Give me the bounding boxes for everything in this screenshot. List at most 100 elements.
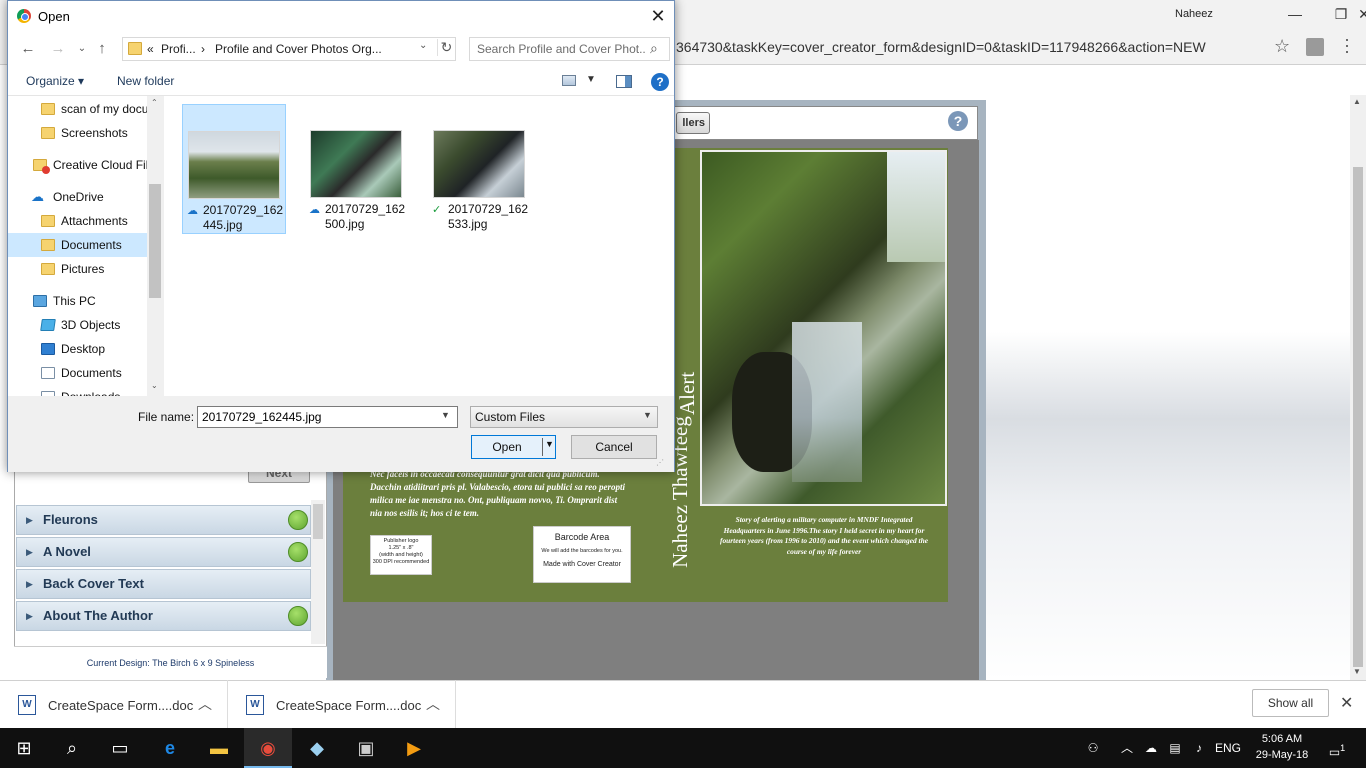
file-item[interactable]: ☁ 20170729_162445.jpg [182, 104, 286, 234]
front-cover-photo[interactable] [700, 150, 947, 506]
sidebar-item-fleurons[interactable]: ▶ Fleurons [16, 505, 311, 535]
address-bar-text[interactable]: 364730&taskKey=cover_creator_form&design… [676, 39, 1206, 55]
scroll-down-icon[interactable]: ⌄ [151, 381, 158, 390]
close-download-bar-icon[interactable]: ✕ [1340, 693, 1353, 713]
forward-arrow-icon[interactable]: → [48, 39, 68, 59]
browser-menu-icon[interactable]: · · · [1342, 30, 1352, 60]
navigation-pane: scan of my docu Screenshots Creative Clo… [8, 96, 163, 396]
edge-browser-icon[interactable]: e [146, 728, 194, 768]
breadcrumb-separator[interactable]: › [201, 42, 205, 56]
open-options-dropdown-icon[interactable]: ▼ [545, 439, 554, 449]
breadcrumb-overflow[interactable]: « [147, 42, 154, 56]
change-view-icon[interactable] [562, 75, 576, 86]
nav-item-attachments[interactable]: Attachments [8, 209, 148, 233]
volume-icon[interactable]: ♪ [1188, 728, 1210, 768]
window-close-button[interactable]: ✕ [1341, 2, 1366, 28]
nav-item-creative-cloud[interactable]: Creative Cloud Fil [8, 153, 148, 177]
sidebar-scrollbar-thumb[interactable] [313, 504, 323, 539]
chevron-up-icon[interactable]: ︿ [426, 694, 440, 714]
sidebar-item-about-the-author[interactable]: ▶ About The Author [16, 601, 311, 631]
publisher-logo-placeholder[interactable]: Publisher logo 1.25" x .8" (width and he… [370, 535, 432, 575]
nav-item-label: Pictures [61, 262, 105, 276]
nav-item-documents[interactable]: Documents [8, 233, 148, 257]
system-clock[interactable]: 5:06 AM 29-May-18 [1250, 731, 1314, 763]
file-explorer-icon[interactable]: ▬ [195, 728, 243, 768]
scroll-up-icon[interactable]: ▲ [1353, 97, 1361, 106]
new-folder-button[interactable]: New folder [117, 74, 174, 88]
breadcrumb-item[interactable]: Profi... [161, 42, 196, 56]
nav-item-this-pc[interactable]: This PC [8, 289, 148, 313]
dialog-close-button[interactable]: ✕ [644, 5, 672, 29]
search-icon[interactable]: ⌕ [48, 728, 96, 768]
nav-item-label: Documents [61, 238, 122, 252]
chevron-down-icon[interactable]: ⌄ [419, 40, 427, 51]
sidebar-item-back-cover-text[interactable]: ▶ Back Cover Text [16, 569, 311, 599]
download-item[interactable]: W CreateSpace Form....doc ︿ [0, 680, 228, 728]
command-prompt-icon[interactable]: ▣ [342, 728, 390, 768]
chevron-up-icon[interactable]: ︿ [198, 694, 212, 714]
extension-icon[interactable] [1306, 38, 1324, 56]
dialog-titlebar[interactable] [8, 1, 674, 32]
profile-name[interactable]: Naheez [1175, 8, 1213, 20]
file-type-select[interactable]: Custom Files [470, 406, 658, 428]
chrome-browser-icon[interactable]: ◉ [244, 728, 292, 768]
tray-chevron-icon[interactable]: ︿ [1118, 728, 1136, 768]
nav-item-documents-library[interactable]: Documents [8, 361, 148, 385]
nav-item-3d-objects[interactable]: 3D Objects [8, 313, 148, 337]
cover-help-icon[interactable]: ? [948, 111, 968, 131]
fillers-button[interactable]: llers [676, 112, 710, 134]
download-item[interactable]: W CreateSpace Form....doc ︿ [228, 680, 456, 728]
language-indicator[interactable]: ENG [1212, 728, 1244, 768]
store-app-icon[interactable]: ◆ [293, 728, 341, 768]
onedrive-tray-icon[interactable]: ☁ [1140, 728, 1162, 768]
bookmark-star-icon[interactable]: ☆ [1274, 36, 1290, 57]
cancel-button[interactable]: Cancel [571, 435, 657, 459]
address-bar[interactable]: « Profi... › Profile and Cover Photos Or… [122, 37, 456, 61]
back-cover-text[interactable]: Nec faceis in occaecati consequuntur gra… [370, 468, 630, 520]
file-item[interactable]: ☁ 20170729_162500.jpg [305, 104, 409, 234]
chevron-down-icon[interactable]: ▼ [643, 410, 652, 420]
recent-locations-icon[interactable]: ⌄ [72, 39, 92, 59]
chevron-down-icon[interactable]: ▼ [441, 410, 450, 420]
organize-menu[interactable]: Organize ▾ [26, 74, 84, 88]
sidebar-item-a-novel[interactable]: ▶ A Novel [16, 537, 311, 567]
refresh-icon[interactable]: ↻ [437, 39, 455, 56]
show-all-button[interactable]: Show all [1252, 689, 1329, 717]
media-player-icon[interactable]: ▶ [390, 728, 438, 768]
navigation-scrollbar[interactable]: ⌃ ⌄ [147, 96, 163, 396]
page-scrollbar[interactable]: ▲ ▼ [1350, 95, 1366, 680]
nav-item-screenshots[interactable]: Screenshots [8, 121, 148, 145]
page-scrollbar-thumb[interactable] [1353, 167, 1363, 667]
windows-start-icon[interactable]: ⊞ [0, 728, 48, 768]
nav-item-scan-of-my-docu[interactable]: scan of my docu [8, 97, 148, 121]
resize-grip-icon[interactable]: ⋰ [656, 458, 664, 467]
nav-item-label: This PC [53, 294, 96, 308]
file-name-input[interactable]: 20170729_162445.jpg [197, 406, 458, 428]
scroll-down-icon[interactable]: ▼ [1353, 667, 1361, 676]
nav-item-downloads[interactable]: Downloads [8, 385, 148, 396]
sidebar-scrollbar[interactable] [311, 500, 325, 644]
open-button-label: Open [492, 440, 522, 454]
back-arrow-icon[interactable]: ← [18, 39, 38, 59]
file-item[interactable]: ✓ 20170729_162533.jpg [428, 104, 532, 234]
nav-item-desktop[interactable]: Desktop [8, 337, 148, 361]
breadcrumb-item[interactable]: Profile and Cover Photos Org... [215, 42, 382, 56]
front-cover-blurb[interactable]: Story of alerting a military computer in… [718, 515, 930, 557]
people-icon[interactable]: ⚇ [1082, 728, 1104, 768]
search-icon[interactable]: ⌕ [650, 40, 658, 57]
open-button[interactable]: Open ▼ [471, 435, 556, 459]
task-view-icon[interactable]: ▭ [96, 728, 144, 768]
view-options-dropdown-icon[interactable]: ▼ [586, 74, 596, 85]
action-center-icon[interactable]: ▭1 [1322, 728, 1352, 768]
navigation-scrollbar-thumb[interactable] [149, 184, 161, 298]
nav-item-onedrive[interactable]: ☁ OneDrive [8, 185, 148, 209]
help-icon[interactable]: ? [651, 73, 669, 91]
preview-pane-icon[interactable] [616, 75, 632, 88]
nav-item-pictures[interactable]: Pictures [8, 257, 148, 281]
search-input[interactable]: Search Profile and Cover Phot... ⌕ [469, 37, 670, 61]
scroll-up-icon[interactable]: ⌃ [151, 98, 158, 107]
network-icon[interactable]: ▤ [1164, 728, 1186, 768]
complete-status-icon [288, 510, 308, 530]
up-arrow-icon[interactable]: ↑ [92, 39, 112, 59]
documents-icon [41, 367, 55, 379]
